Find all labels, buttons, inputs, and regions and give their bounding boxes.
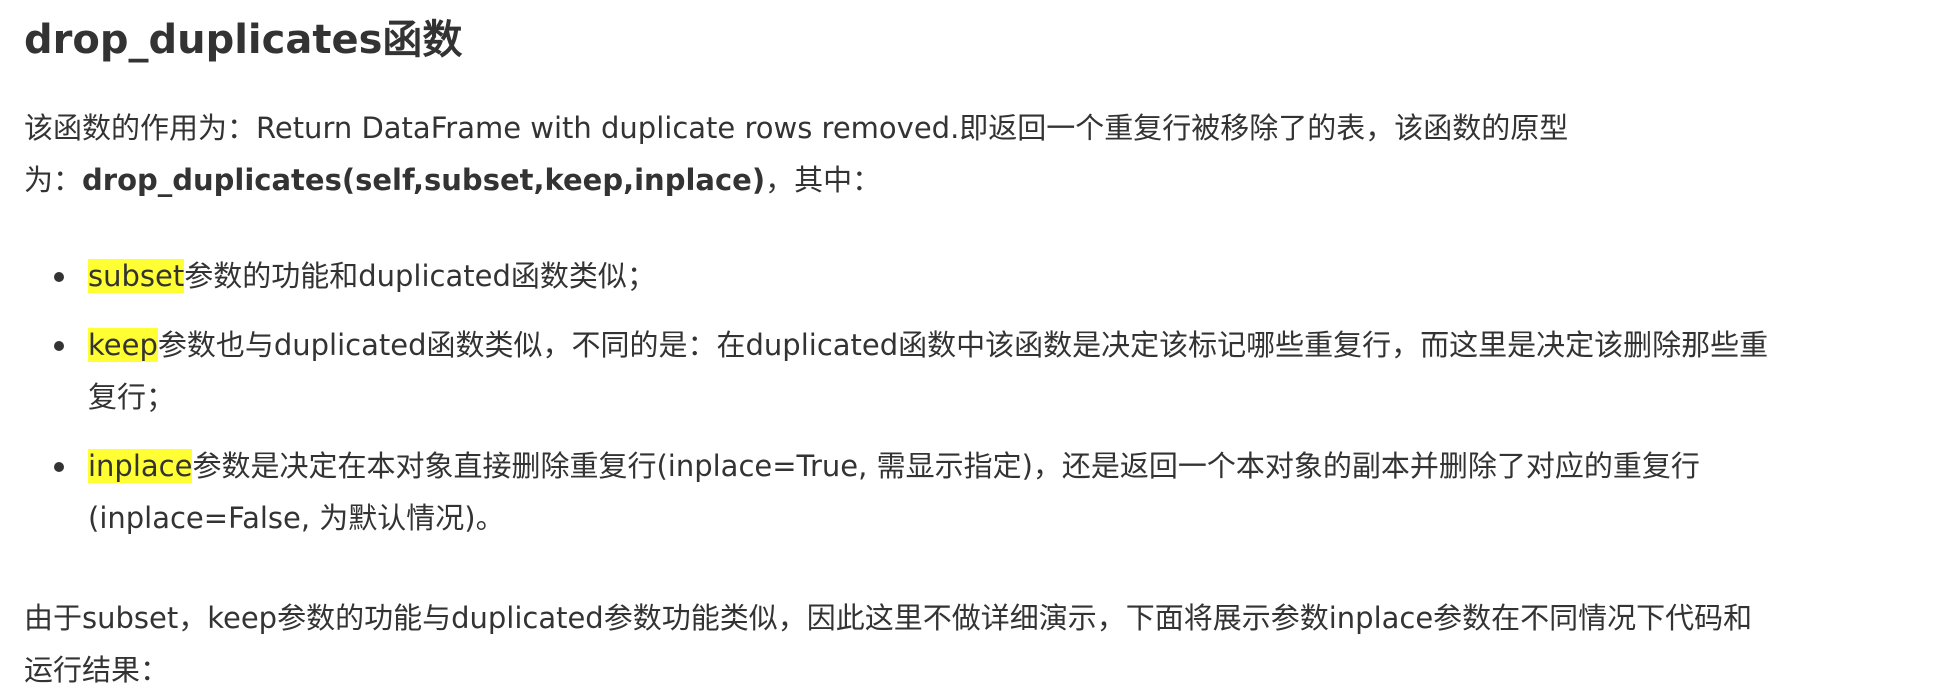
list-item-line-1: inplace参数是决定在本对象直接删除重复行(inplace=True, 需显… — [88, 440, 1924, 492]
bullet-icon — [54, 272, 64, 282]
param-description: 参数也与duplicated函数类似，不同的是：在duplicated函数中该函… — [157, 328, 1769, 362]
list-item-line-2: (inplace=False, 为默认情况)。 — [88, 501, 505, 535]
function-signature: drop_duplicates(self,subset,keep,inplace… — [82, 163, 766, 197]
parameter-list: subset参数的功能和duplicated函数类似； keep参数也与dupl… — [24, 250, 1924, 561]
list-item-keep: keep参数也与duplicated函数类似，不同的是：在duplicated函… — [24, 319, 1924, 423]
intro-line-2: 为：drop_duplicates(self,subset,keep,inpla… — [24, 154, 1924, 206]
intro-line-2-suffix: ，其中： — [765, 163, 882, 197]
highlighted-param-name: inplace — [88, 449, 193, 483]
bullet-icon — [54, 462, 64, 472]
closing-line-1: 由于subset，keep参数的功能与duplicated参数功能类似，因此这里… — [24, 601, 1753, 635]
intro-line-2-prefix: 为： — [24, 163, 83, 197]
param-description: 参数是决定在本对象直接删除重复行(inplace=True, 需显示指定)，还是… — [192, 449, 1700, 483]
intro-paragraph: 该函数的作用为：Return DataFrame with duplicate … — [24, 102, 1924, 206]
closing-line-2: 运行结果： — [24, 653, 170, 687]
highlighted-param-name: subset — [88, 259, 185, 293]
intro-line-1: 该函数的作用为：Return DataFrame with duplicate … — [24, 111, 1569, 145]
list-item-inplace: inplace参数是决定在本对象直接删除重复行(inplace=True, 需显… — [24, 440, 1924, 544]
list-item-line-1: keep参数也与duplicated函数类似，不同的是：在duplicated函… — [88, 319, 1924, 371]
bullet-icon — [54, 341, 64, 351]
section-heading: drop_duplicates函数 — [24, 17, 463, 63]
list-item-line-2: 复行； — [88, 380, 176, 414]
list-item-line-1: subset参数的功能和duplicated函数类似； — [88, 250, 1924, 302]
param-description: 参数的功能和duplicated函数类似； — [184, 259, 656, 293]
closing-paragraph: 由于subset，keep参数的功能与duplicated参数功能类似，因此这里… — [24, 592, 1944, 696]
highlighted-param-name: keep — [88, 328, 158, 362]
list-item-subset: subset参数的功能和duplicated函数类似； — [24, 250, 1924, 302]
